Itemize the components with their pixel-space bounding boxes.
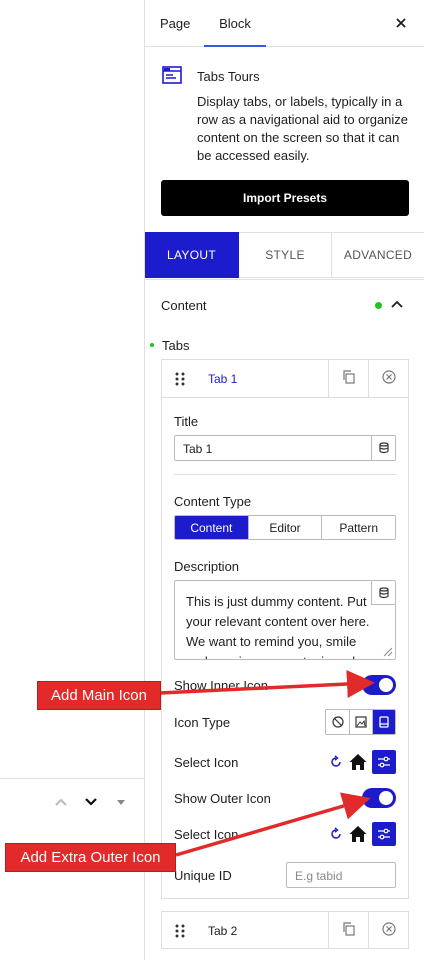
close-circle-icon [382,370,396,387]
content-section-label: Content [161,298,207,313]
content-type-pattern[interactable]: Pattern [321,516,395,539]
resize-grip-icon[interactable] [381,645,393,657]
image-icon[interactable] [349,710,372,734]
outer-icon-selector [328,821,396,847]
status-dot [150,343,154,347]
drag-handle-icon[interactable] [172,370,188,388]
copy-icon [342,922,356,939]
icon-library-icon[interactable] [372,710,395,734]
show-inner-icon-row: Show Inner Icon [174,672,396,698]
tabs-block-icon [161,64,183,86]
select-icon-label: Select Icon [174,755,239,770]
drag-handle-icon[interactable] [172,922,188,940]
block-title: Tabs Tours [197,69,260,84]
dynamic-data-icon[interactable] [371,436,395,460]
reset-icon[interactable] [328,826,344,842]
editor-canvas [0,0,144,960]
icon-picker-button[interactable] [372,750,396,774]
unique-id-row: Unique ID E.g tabid [174,862,396,888]
icon-type-row: Icon Type [174,709,396,735]
block-settings-sidebar: Page Block Tabs Tours Display tabs, or l… [144,0,424,960]
duplicate-button[interactable] [328,360,368,397]
reset-icon[interactable] [328,754,344,770]
icon-picker-button[interactable] [372,822,396,846]
copy-icon [342,370,356,387]
block-description: Display tabs, or labels, typically in a … [197,94,409,163]
unique-id-label: Unique ID [174,868,232,883]
show-outer-icon-toggle[interactable] [362,788,396,808]
remove-button[interactable] [368,912,409,949]
show-inner-icon-label: Show Inner Icon [174,678,268,693]
tab-item: Tab 1 Title Tab 1 Content Type Content E… [161,359,409,899]
dynamic-data-icon[interactable] [371,581,395,605]
content-section-header[interactable]: Content [145,279,424,331]
tab-layout[interactable]: LAYOUT [145,232,239,278]
show-outer-icon-label: Show Outer Icon [174,791,271,806]
sidebar-header: Page Block [145,0,424,47]
tab-page[interactable]: Page [160,0,190,47]
block-mover [52,793,130,811]
tabs-label-text: Tabs [162,338,190,353]
close-circle-icon [382,922,396,939]
title-input-value: Tab 1 [183,442,213,456]
icon-type-label: Icon Type [174,715,231,730]
caret-down-icon[interactable] [112,793,130,811]
tab-item-header[interactable]: Tab 2 [162,912,408,950]
home-icon [348,752,368,772]
tab-item-name[interactable]: Tab 1 [208,372,237,386]
tab-item-name[interactable]: Tab 2 [208,924,237,938]
description-label: Description [174,559,240,574]
chevron-up-icon[interactable] [52,793,70,811]
duplicate-button[interactable] [328,912,368,949]
chevron-down-icon[interactable] [82,793,100,811]
title-label: Title [174,414,199,429]
settings-tabs: LAYOUT STYLE ADVANCED [145,232,424,278]
tab-block[interactable]: Block [204,0,266,47]
content-type-editor[interactable]: Editor [247,516,322,539]
tab-item-header[interactable]: Tab 1 [162,360,408,398]
tab-item: Tab 2 [161,911,409,949]
select-outer-icon-label: Select Icon [174,827,239,842]
status-dot [375,302,382,309]
chevron-up-icon[interactable] [389,297,405,313]
select-icon-row: Select Icon [174,749,396,775]
callout-add-main-icon: Add Main Icon [37,681,161,710]
content-type-content[interactable]: Content [175,516,248,539]
canvas-divider [0,778,144,779]
divider [174,474,396,475]
icon-type-switch [325,709,396,735]
unique-id-input[interactable]: E.g tabid [286,862,396,888]
remove-button[interactable] [368,360,409,397]
select-outer-icon-row: Select Icon [174,821,396,847]
none-icon[interactable] [326,710,349,734]
import-presets-button[interactable]: Import Presets [161,180,409,216]
tab-advanced[interactable]: ADVANCED [332,232,424,278]
tabs-label: Tabs [150,338,190,353]
content-type-label: Content Type [174,494,252,509]
unique-id-placeholder: E.g tabid [295,869,343,883]
icon-selector [328,749,396,775]
content-type-switch: Content Editor Pattern [174,515,396,540]
callout-add-outer-icon: Add Extra Outer Icon [5,843,176,872]
tab-style[interactable]: STYLE [239,232,332,278]
description-text: This is just dummy content. Put your rel… [186,594,370,659]
show-outer-icon-row: Show Outer Icon [174,785,396,811]
description-textarea[interactable]: This is just dummy content. Put your rel… [174,580,396,660]
title-input[interactable]: Tab 1 [174,435,396,461]
close-icon[interactable] [392,14,410,32]
show-inner-icon-toggle[interactable] [362,675,396,695]
home-icon [348,824,368,844]
